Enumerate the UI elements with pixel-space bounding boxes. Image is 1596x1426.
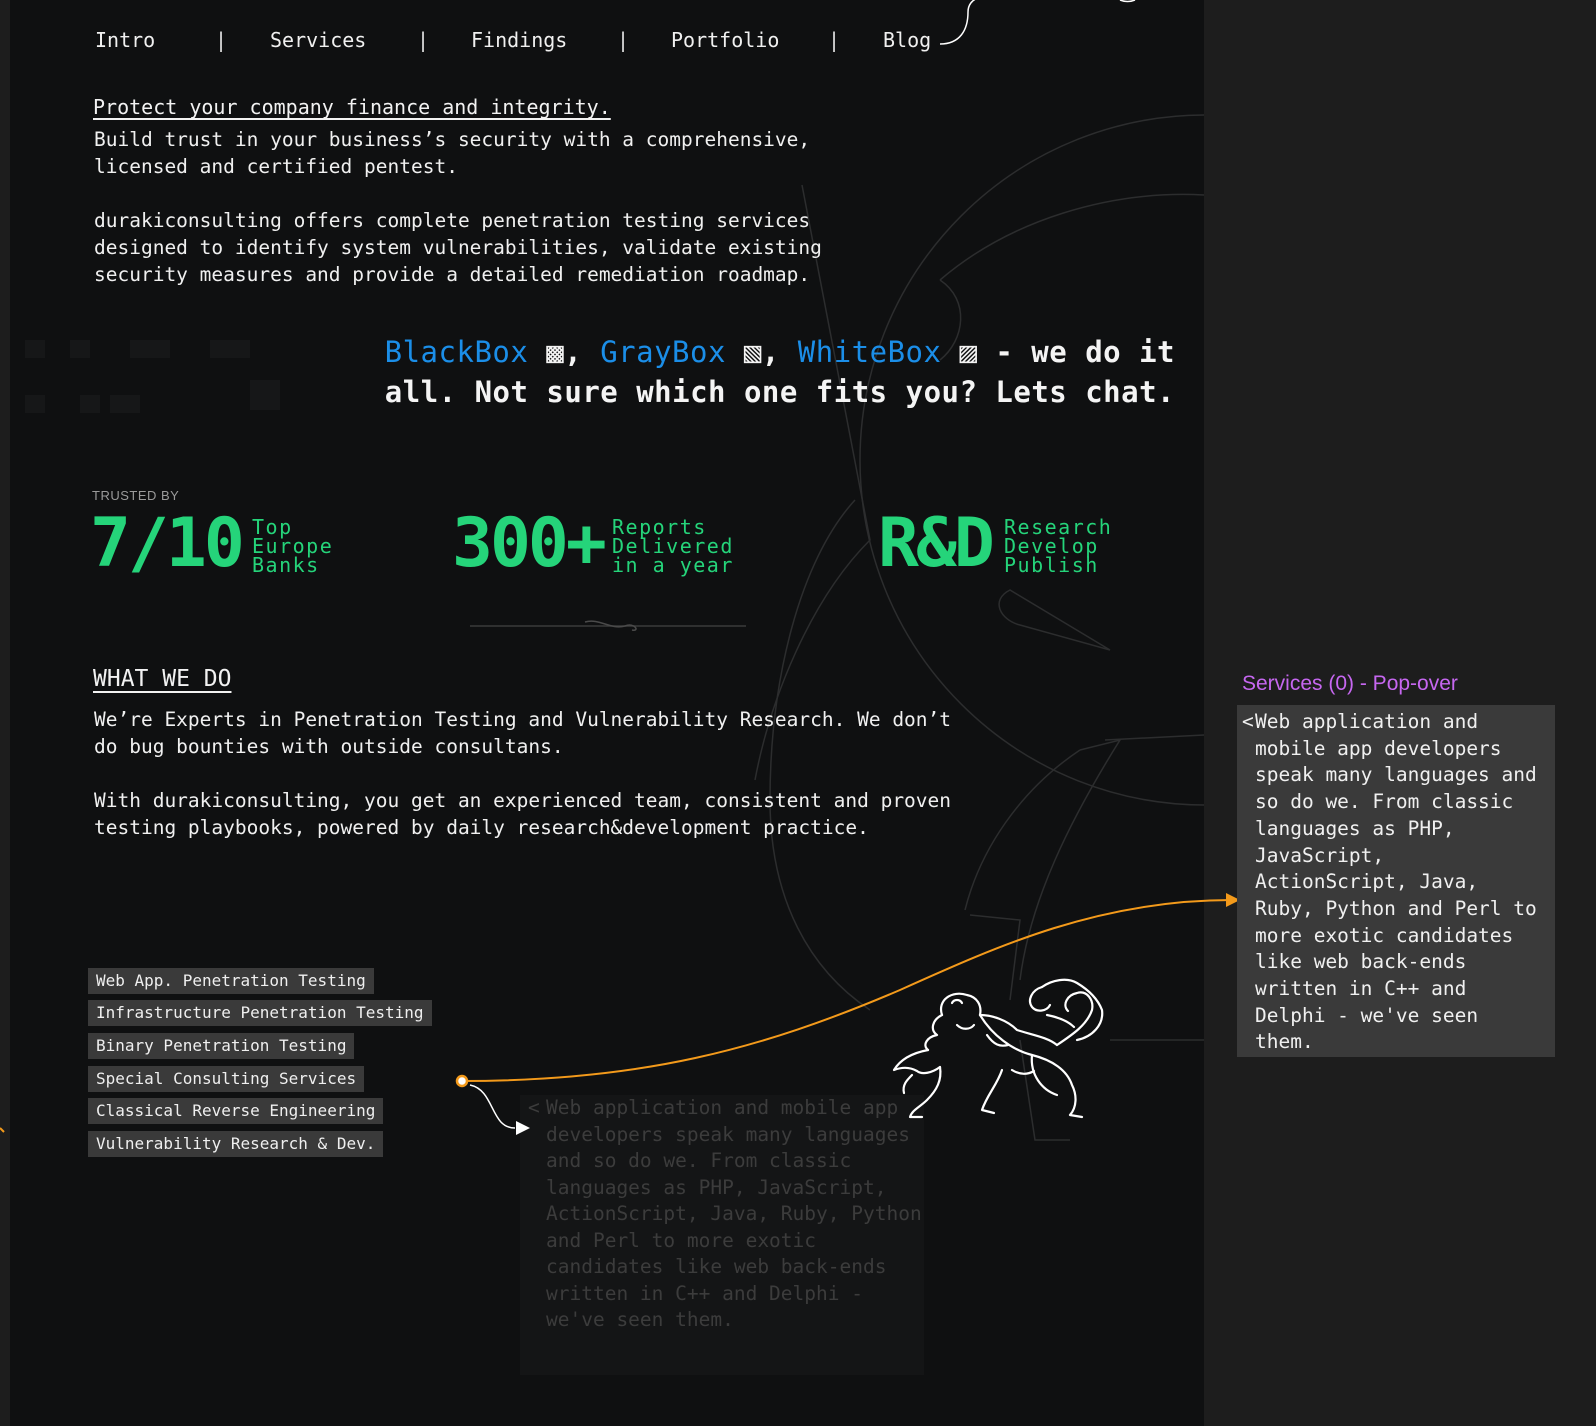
hero-description: durakiconsulting offers complete penetra… <box>94 209 822 286</box>
whitebox-link[interactable]: WhiteBox <box>798 335 942 369</box>
what-we-do-p2: With durakiconsulting, you get an experi… <box>94 789 952 839</box>
nav-findings[interactable]: Findings <box>471 28 567 52</box>
nav-intro[interactable]: Intro <box>95 28 155 52</box>
comma: , <box>564 335 583 369</box>
hero-intro: Build trust in your business’s security … <box>94 128 811 178</box>
service-vulnerability-research[interactable]: Vulnerability Research & Dev. <box>88 1131 384 1157</box>
hero-heading: Protect your company finance and integri… <box>93 95 611 119</box>
what-we-do-title: WHAT WE DO <box>93 666 232 692</box>
service-popover-ghost: < Web application and mobile app develop… <box>520 1095 924 1375</box>
nav-blog[interactable]: Blog <box>883 28 931 52</box>
nav-separator: | <box>417 28 430 52</box>
service-reverse-engineering[interactable]: Classical Reverse Engineering <box>88 1098 384 1124</box>
whitebox-icon: ▨ <box>959 335 978 369</box>
stat-desc: Reports Delivered in a year <box>612 515 734 577</box>
blackbox-link[interactable]: BlackBox <box>385 335 529 369</box>
trusted-by-label: TRUSTED BY <box>92 488 180 503</box>
nav-separator: | <box>617 28 630 52</box>
nav-separator: | <box>828 28 841 52</box>
service-binary[interactable]: Binary Penetration Testing <box>88 1033 355 1059</box>
stat-desc: Research Develop Publish <box>1004 515 1113 577</box>
popover-annotation-label: Services (0) - Pop-over <box>1242 672 1458 695</box>
nav-portfolio[interactable]: Portfolio <box>671 28 779 52</box>
graybox-link[interactable]: GrayBox <box>600 335 726 369</box>
blackbox-icon: ▩ <box>546 335 565 369</box>
nav-separator: | <box>215 28 228 52</box>
service-web-app[interactable]: Web App. Penetration Testing <box>88 968 374 994</box>
lion-crest-icon <box>892 978 1104 1119</box>
service-special-consulting[interactable]: Special Consulting Services <box>88 1066 365 1092</box>
graybox-icon: ▧ <box>743 335 762 369</box>
what-we-do-p1: We’re Experts in Penetration Testing and… <box>94 708 952 758</box>
top-nav: Intro | Services | Findings | Portfolio … <box>95 28 995 58</box>
stat-value: R&D <box>878 504 995 583</box>
stat-desc: Top Europe Banks <box>252 515 334 577</box>
stat-value: 300+ <box>452 504 607 583</box>
chevron-left-icon[interactable]: < <box>1242 709 1254 736</box>
popover-text: Web application and mobile app developer… <box>1255 710 1537 1054</box>
page-frame: Intro | Services | Findings | Portfolio … <box>10 0 1204 1426</box>
service-popover: < Web application and mobile app develop… <box>1237 705 1555 1057</box>
comma: , <box>761 335 780 369</box>
pentest-types-tagline: BlackBox ▩, GrayBox ▧, WhiteBox ▨ - we d… <box>305 332 1175 412</box>
stat-value: 7/10 <box>90 504 245 583</box>
nav-services[interactable]: Services <box>270 28 366 52</box>
chevron-left-icon: < <box>528 1096 540 1119</box>
service-infrastructure[interactable]: Infrastructure Penetration Testing <box>88 1000 432 1026</box>
ghost-popover-text: Web application and mobile app developer… <box>546 1096 922 1331</box>
